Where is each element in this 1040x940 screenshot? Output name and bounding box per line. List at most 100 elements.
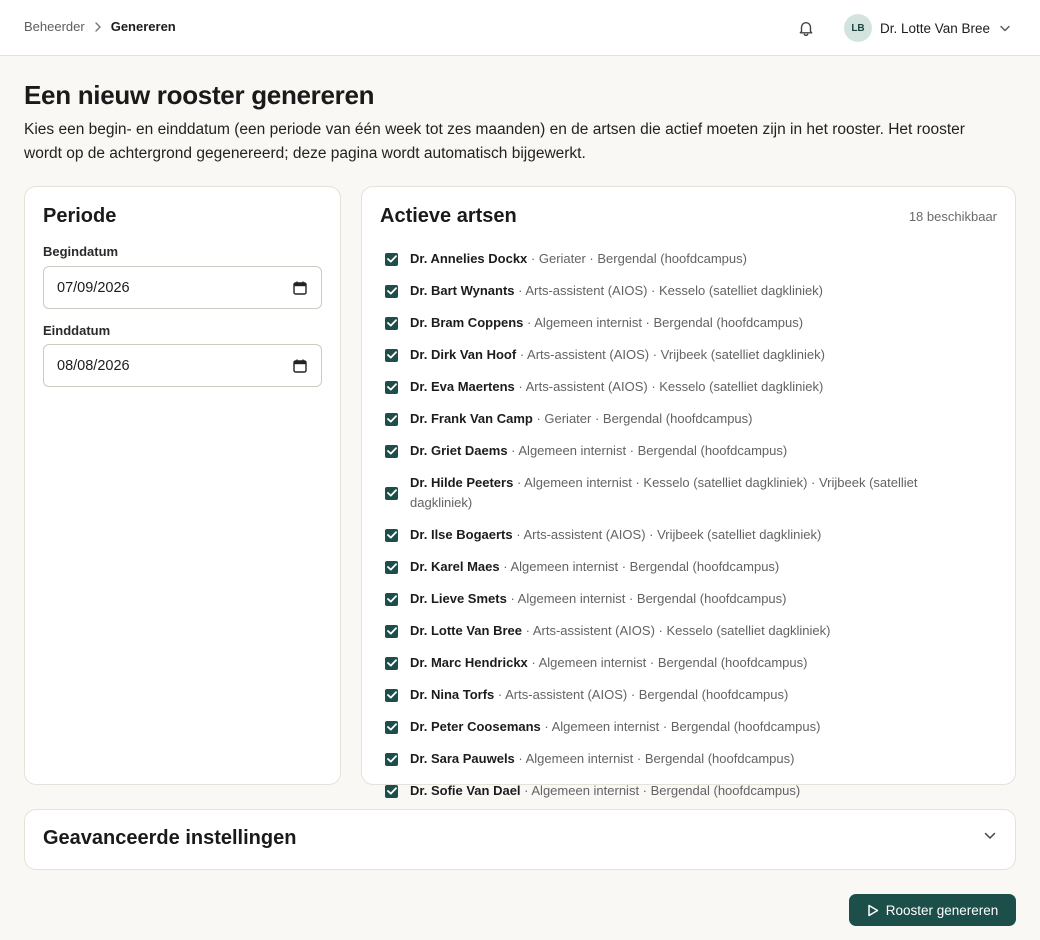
start-date-input[interactable]: 07/09/2026	[43, 266, 322, 309]
doctor-label: Dr. Karel Maes · Algemeen internist · Be…	[410, 559, 780, 574]
doctor-label: Dr. Ilse Bogaerts · Arts-assistent (AIOS…	[410, 527, 822, 542]
doctor-row[interactable]: Dr. Marc Hendrickx · Algemeen internist …	[382, 647, 982, 679]
doctor-checkbox[interactable]	[385, 486, 398, 500]
doctor-row[interactable]: Dr. Peter Coosemans · Algemeen internist…	[382, 711, 982, 743]
doctor-label: Dr. Bart Wynants · Arts-assistent (AIOS)…	[410, 283, 824, 298]
doctor-checkbox[interactable]	[385, 624, 398, 638]
doctor-row[interactable]: Dr. Hilde Peeters · Algemeen internist ·…	[382, 467, 982, 519]
breadcrumb-current: Genereren	[110, 19, 176, 34]
page-title: Een nieuw rooster genereren	[24, 80, 375, 110]
breadcrumb-link-beheerder[interactable]: Beheerder	[24, 19, 85, 34]
check-icon	[386, 287, 397, 295]
doctor-label: Dr. Nina Torfs · Arts-assistent (AIOS) ·…	[410, 687, 789, 702]
doctor-row[interactable]: Dr. Lieve Smets · Algemeen internist · B…	[382, 583, 982, 615]
doctor-checkbox[interactable]	[385, 316, 398, 330]
check-icon	[386, 627, 397, 635]
doctor-label: Dr. Frank Van Camp · Geriater · Bergenda…	[410, 411, 753, 426]
doctor-details: Arts-assistent (AIOS) · Vrijbeek (satell…	[527, 347, 825, 362]
doctor-name: Dr. Sara Pauwels	[410, 751, 515, 766]
period-card: Periode Begindatum 07/09/2026 Einddatum …	[24, 186, 341, 785]
period-title: Periode	[43, 205, 117, 227]
doctor-row[interactable]: Dr. Sofie Van Dael · Algemeen internist …	[382, 775, 982, 807]
doctor-checkbox[interactable]	[385, 592, 398, 606]
generate-schedule-label: Rooster genereren	[885, 902, 999, 918]
doctor-row[interactable]: Dr. Griet Daems · Algemeen internist · B…	[382, 435, 982, 467]
doctor-row[interactable]: Dr. Bart Wynants · Arts-assistent (AIOS)…	[382, 275, 982, 307]
doctor-checkbox[interactable]	[385, 752, 398, 766]
doctor-label: Dr. Lieve Smets · Algemeen internist · B…	[410, 591, 787, 606]
end-date-value: 08/08/2026	[57, 357, 130, 374]
doctor-row[interactable]: Dr. Ilse Bogaerts · Arts-assistent (AIOS…	[382, 519, 982, 551]
doctor-details: Arts-assistent (AIOS) · Vrijbeek (satell…	[523, 527, 822, 542]
advanced-settings-toggle[interactable]: Geavanceerde instellingen	[24, 809, 1016, 870]
doctor-checkbox[interactable]	[385, 444, 398, 458]
page-intro: Kies een begin- en einddatum (een period…	[24, 121, 965, 162]
doctor-checkbox[interactable]	[385, 284, 398, 298]
doctor-label: Dr. Sara Pauwels · Algemeen internist · …	[410, 751, 795, 766]
doctor-row[interactable]: Dr. Nina Torfs · Arts-assistent (AIOS) ·…	[382, 679, 982, 711]
doctor-row[interactable]: Dr. Sara Pauwels · Algemeen internist · …	[382, 743, 982, 775]
doctor-checkbox[interactable]	[385, 656, 398, 670]
doctor-name: Dr. Griet Daems	[410, 443, 508, 458]
check-icon	[386, 787, 397, 795]
generate-schedule-button[interactable]: Rooster genereren	[849, 894, 1016, 926]
check-icon	[386, 415, 397, 423]
doctor-details: Arts-assistent (AIOS) · Bergendal (hoofd…	[505, 687, 789, 702]
doctor-details: Algemeen internist · Bergendal (hoofdcam…	[534, 315, 804, 330]
doctor-details: Algemeen internist · Bergendal (hoofdcam…	[525, 751, 795, 766]
doctor-checkbox[interactable]	[385, 784, 398, 798]
check-icon	[386, 531, 397, 539]
doctor-row[interactable]: Dr. Frank Van Camp · Geriater · Bergenda…	[382, 403, 982, 435]
top-bar: Beheerder Genereren LB Dr. Lotte Van Bre…	[0, 0, 1040, 56]
doctor-name: Dr. Marc Hendrickx	[410, 655, 528, 670]
doctor-checkbox[interactable]	[385, 348, 398, 362]
check-icon	[386, 447, 397, 455]
doctor-checkbox[interactable]	[385, 252, 398, 266]
doctor-checkbox[interactable]	[385, 528, 398, 542]
user-menu[interactable]: LB Dr. Lotte Van Bree	[844, 14, 1010, 42]
doctor-name: Dr. Frank Van Camp	[410, 411, 533, 426]
doctor-row[interactable]: Dr. Dirk Van Hoof · Arts-assistent (AIOS…	[382, 339, 982, 371]
doctor-checkbox[interactable]	[385, 380, 398, 394]
doctor-checkbox[interactable]	[385, 412, 398, 426]
chevron-down-icon	[984, 832, 996, 840]
doctor-checkbox[interactable]	[385, 720, 398, 734]
doctor-label: Dr. Lotte Van Bree · Arts-assistent (AIO…	[410, 623, 831, 638]
check-icon	[386, 755, 397, 763]
bell-icon[interactable]	[797, 19, 815, 37]
end-date-input[interactable]: 08/08/2026	[43, 344, 322, 387]
doctor-label: Dr. Hilde Peeters · Algemeen internist ·…	[410, 475, 918, 510]
calendar-icon[interactable]	[292, 280, 308, 296]
play-icon	[867, 904, 879, 917]
doctor-row[interactable]: Dr. Bram Coppens · Algemeen internist · …	[382, 307, 982, 339]
doctors-card: Actieve artsen 18 beschikbaar Dr. Anneli…	[361, 186, 1016, 830]
calendar-icon[interactable]	[292, 358, 308, 374]
available-count: 18 beschikbaar	[908, 209, 997, 224]
doctor-details: Algemeen internist · Bergendal (hoofdcam…	[538, 655, 808, 670]
doctor-details: Algemeen internist · Bergendal (hoofdcam…	[518, 443, 788, 458]
doctor-name: Dr. Nina Torfs	[410, 687, 495, 702]
doctor-label: Dr. Eva Maertens · Arts-assistent (AIOS)…	[410, 379, 824, 394]
doctor-details: Algemeen internist · Bergendal (hoofdcam…	[510, 559, 780, 574]
doctor-details: Arts-assistent (AIOS) · Kesselo (satelli…	[532, 623, 831, 638]
doctor-row[interactable]: Dr. Lotte Van Bree · Arts-assistent (AIO…	[382, 615, 982, 647]
start-date-label: Begindatum	[43, 244, 119, 259]
doctor-row[interactable]: Dr. Annelies Dockx · Geriater · Bergenda…	[382, 243, 982, 275]
doctor-label: Dr. Griet Daems · Algemeen internist · B…	[410, 443, 788, 458]
doctor-details: Algemeen internist · Bergendal (hoofdcam…	[551, 719, 821, 734]
doctor-details: Arts-assistent (AIOS) · Kesselo (satelli…	[525, 379, 824, 394]
check-icon	[386, 351, 397, 359]
doctor-name: Dr. Bram Coppens	[410, 315, 524, 330]
check-icon	[386, 563, 397, 571]
doctor-name: Dr. Hilde Peeters	[410, 475, 514, 490]
doctor-row[interactable]: Dr. Karel Maes · Algemeen internist · Be…	[382, 551, 982, 583]
doctor-details: Arts-assistent (AIOS) · Kesselo (satelli…	[525, 283, 824, 298]
doctor-name: Dr. Peter Coosemans	[410, 719, 541, 734]
doctor-name: Dr. Sofie Van Dael	[410, 783, 521, 798]
doctor-row[interactable]: Dr. Eva Maertens · Arts-assistent (AIOS)…	[382, 371, 982, 403]
doctor-checkbox[interactable]	[385, 560, 398, 574]
doctor-label: Dr. Bram Coppens · Algemeen internist · …	[410, 315, 804, 330]
advanced-settings-title: Geavanceerde instellingen	[43, 827, 297, 849]
doctor-checkbox[interactable]	[385, 688, 398, 702]
doctor-name: Dr. Dirk Van Hoof	[410, 347, 517, 362]
